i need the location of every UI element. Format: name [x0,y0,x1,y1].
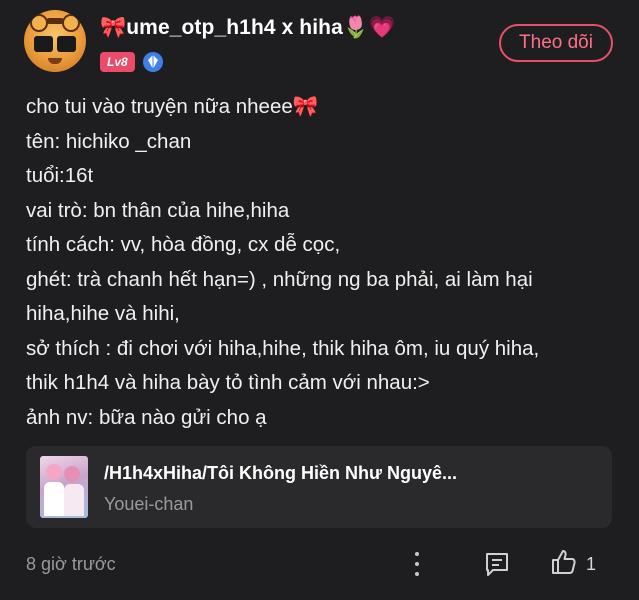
post-line: tên: hichiko _chan [26,129,192,153]
follow-button[interactable]: Theo dõi [499,24,613,62]
user-avatar[interactable] [24,10,86,72]
post-timestamp: 8 giờ trước [26,554,116,574]
post-footer: 8 giờ trước 1 [26,548,613,580]
post-line: ghét: trà chanh hết hạn=) , những ng ba … [26,267,533,291]
like-count: 1 [586,554,597,574]
post-line: sở thích : đi chơi với hiha,hihe, thik h… [26,336,540,360]
post-line: ảnh nv: bữa nào gửi cho ạ [26,405,267,429]
crystal-badge-icon [142,52,163,72]
post-line: tính cách: vv, hòa đồng, cx dễ cọc, [26,233,341,256]
thumbs-up-icon[interactable] [550,548,578,576]
post-line: hiha,hihe và hihi, [26,302,180,325]
story-author: Youei-chan [104,494,194,514]
post-line: tuổi:16t [26,164,94,187]
story-title: /H1h4xHiha/Tôi Không Hiền Như Nguyê... [104,463,458,483]
post-line: vai trò: bn thân của hihe,hiha [26,198,290,222]
username[interactable]: 🎀ume_otp_h1h4 x hiha🌷💗 [100,16,395,40]
comment-icon[interactable] [483,550,511,578]
post-line: thik h1h4 và hiha bày tỏ tình cảm với nh… [26,371,430,394]
story-cover-image [40,456,88,518]
post-line: cho tui vào truyện nữa nheee🎀 [26,95,319,118]
story-card[interactable]: /H1h4xHiha/Tôi Không Hiền Như Nguyê... Y… [26,446,612,528]
post-header: 🎀ume_otp_h1h4 x hiha🌷💗 Lv8 Theo dõi [24,10,613,82]
user-badges: Lv8 [100,52,163,72]
level-badge: Lv8 [100,52,135,72]
more-vertical-icon[interactable] [412,552,422,576]
post-body: cho tui vào truyện nữa nheee🎀 tên: hichi… [26,90,616,435]
